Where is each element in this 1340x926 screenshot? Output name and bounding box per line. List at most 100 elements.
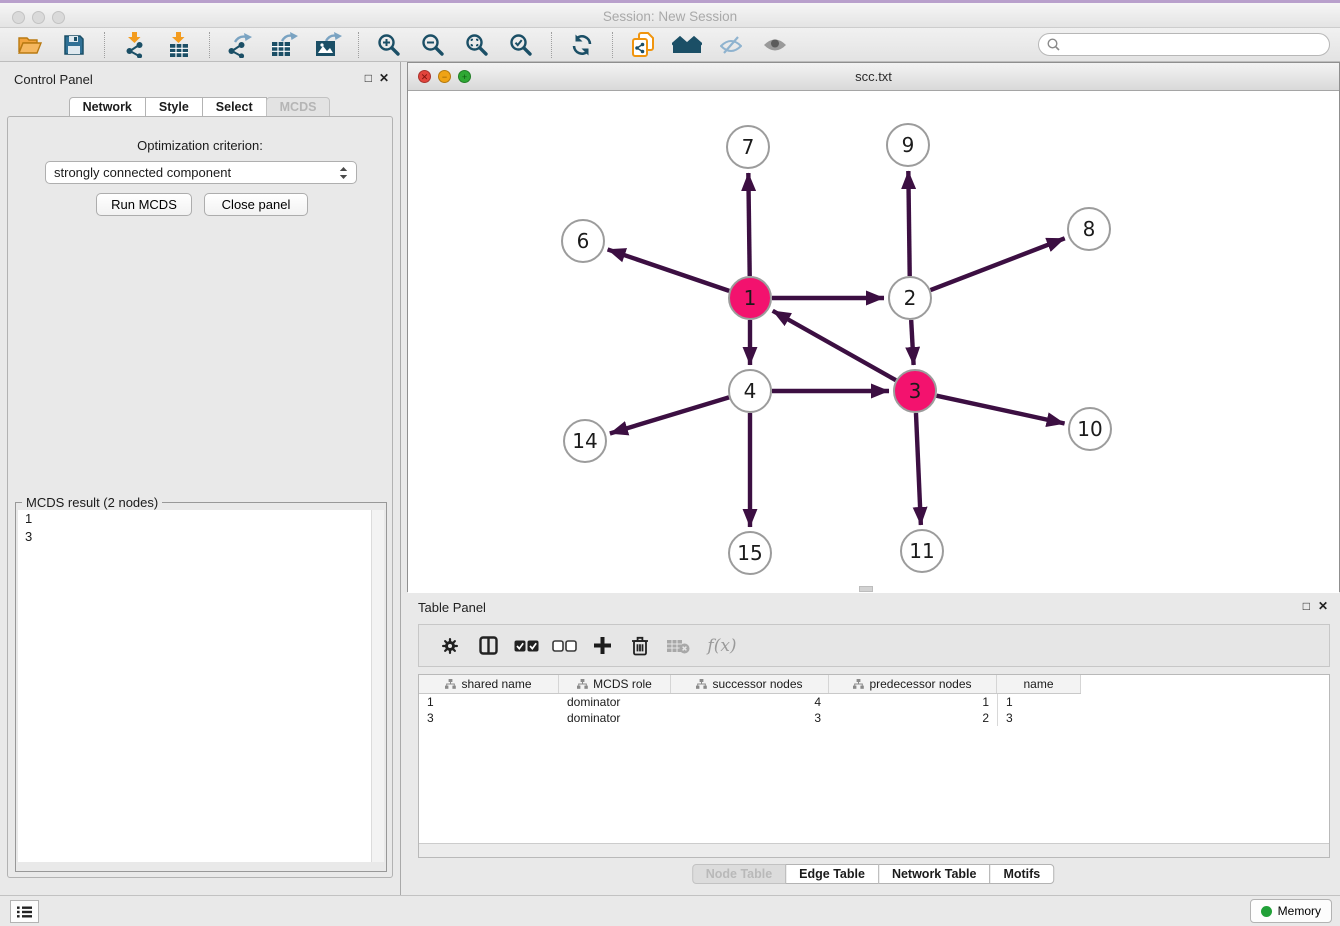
import-table-button[interactable] xyxy=(161,30,197,60)
deselect-all-columns-button[interactable] xyxy=(547,629,581,663)
create-column-button[interactable] xyxy=(585,629,619,663)
delete-column-button[interactable] xyxy=(623,629,657,663)
plus-icon xyxy=(593,636,612,655)
svg-text:9: 9 xyxy=(902,133,915,157)
column-header-name[interactable]: name xyxy=(997,675,1081,693)
table-settings-button[interactable] xyxy=(433,629,467,663)
edge-2-9[interactable] xyxy=(908,171,909,276)
toolbar-separator xyxy=(551,32,552,58)
table-panel-title: Table Panel xyxy=(418,600,486,615)
result-scrollbar[interactable] xyxy=(371,510,384,862)
function-builder-button[interactable]: f(x) xyxy=(699,629,745,663)
memory-button[interactable]: Memory xyxy=(1250,899,1332,923)
cell-name: 1 xyxy=(997,694,1081,710)
node-8[interactable]: 8 xyxy=(1068,208,1110,250)
export-table-button[interactable] xyxy=(266,30,302,60)
select-all-columns-button[interactable] xyxy=(509,629,543,663)
node-4[interactable]: 4 xyxy=(729,370,771,412)
zoom-selected-button[interactable] xyxy=(503,30,539,60)
node-14[interactable]: 14 xyxy=(564,420,606,462)
status-bar: Memory xyxy=(0,895,1340,926)
table-panel-float-button[interactable]: □ xyxy=(1303,599,1310,613)
table-panel-close-button[interactable]: ✕ xyxy=(1318,599,1328,613)
show-all-button[interactable] xyxy=(757,30,793,60)
control-panel-close-button[interactable]: ✕ xyxy=(379,71,389,85)
columns-icon xyxy=(479,636,498,655)
svg-text:7: 7 xyxy=(742,135,755,159)
result-line: 3 xyxy=(18,528,384,546)
node-1[interactable]: 1 xyxy=(729,277,771,319)
svg-text:10: 10 xyxy=(1077,417,1102,441)
clone-network-button[interactable] xyxy=(625,30,661,60)
mcds-result-area[interactable]: 1 3 xyxy=(18,510,384,862)
search-input[interactable] xyxy=(1065,38,1321,52)
edge-2-8[interactable] xyxy=(931,238,1065,290)
table-row[interactable]: 1dominator411 xyxy=(419,694,1329,710)
zoom-out-button[interactable] xyxy=(415,30,451,60)
export-image-button[interactable] xyxy=(310,30,346,60)
column-header-predecessor-nodes[interactable]: predecessor nodes xyxy=(829,675,997,693)
criterion-select[interactable]: strongly connected component xyxy=(45,161,357,184)
svg-text:14: 14 xyxy=(572,429,597,453)
node-6[interactable]: 6 xyxy=(562,220,604,262)
edge-3-1[interactable] xyxy=(773,311,896,380)
edge-1-7[interactable] xyxy=(748,173,749,276)
show-columns-button[interactable] xyxy=(471,629,505,663)
svg-text:3: 3 xyxy=(909,379,922,403)
delete-table-button[interactable] xyxy=(661,629,695,663)
zoom-in-button[interactable] xyxy=(371,30,407,60)
run-mcds-button[interactable]: Run MCDS xyxy=(96,193,192,216)
tab-motifs[interactable]: Motifs xyxy=(989,864,1054,884)
node-9[interactable]: 9 xyxy=(887,124,929,166)
column-header-successor-nodes[interactable]: successor nodes xyxy=(671,675,829,693)
tab-mcds[interactable]: MCDS xyxy=(266,97,331,117)
column-header-shared-name[interactable]: shared name xyxy=(419,675,559,693)
edge-1-6[interactable] xyxy=(608,249,730,290)
svg-text:6: 6 xyxy=(577,229,590,253)
app-title: Session: New Session xyxy=(0,9,1340,24)
delete-table-icon xyxy=(666,638,690,654)
export-network-button[interactable] xyxy=(222,30,258,60)
task-history-button[interactable] xyxy=(10,900,39,923)
open-session-button[interactable] xyxy=(12,30,48,60)
node-11[interactable]: 11 xyxy=(901,530,943,572)
table-row[interactable]: 3dominator323 xyxy=(419,710,1329,726)
tab-style[interactable]: Style xyxy=(145,97,203,117)
refresh-button[interactable] xyxy=(564,30,600,60)
node-7[interactable]: 7 xyxy=(727,126,769,168)
edge-2-3[interactable] xyxy=(911,320,913,365)
search-field[interactable] xyxy=(1038,33,1330,56)
checked-boxes-icon xyxy=(514,640,539,652)
tab-network[interactable]: Network xyxy=(69,97,146,117)
memory-label: Memory xyxy=(1278,904,1321,918)
column-header-MCDS-role[interactable]: MCDS role xyxy=(559,675,671,693)
network-window-titlebar[interactable]: ✕ − + scc.txt xyxy=(408,63,1339,91)
network-canvas[interactable]: 1 2 3 4 6 7 8 9 10 11 14 15 xyxy=(408,91,1339,593)
import-network-button[interactable] xyxy=(117,30,153,60)
node-3[interactable]: 3 xyxy=(894,370,936,412)
optimization-criterion-label: Optimization criterion: xyxy=(8,138,392,153)
edge-3-10[interactable] xyxy=(936,396,1064,424)
save-session-button[interactable] xyxy=(56,30,92,60)
canvas-resize-handle[interactable] xyxy=(859,586,873,592)
network-view-window: ✕ − + scc.txt 1 2 3 4 6 7 8 9 10 11 14 15 xyxy=(407,62,1340,592)
tab-network-table[interactable]: Network Table xyxy=(878,864,991,884)
table-horizontal-scrollbar[interactable] xyxy=(419,843,1329,857)
tab-select[interactable]: Select xyxy=(202,97,267,117)
hide-selected-button[interactable] xyxy=(713,30,749,60)
table-tabs: Node Table Edge Table Network Table Moti… xyxy=(693,864,1055,884)
node-2[interactable]: 2 xyxy=(889,277,931,319)
edge-4-14[interactable] xyxy=(610,397,729,433)
control-panel-float-button[interactable]: □ xyxy=(365,71,372,85)
node-10[interactable]: 10 xyxy=(1069,408,1111,450)
mcds-panel: Optimization criterion: strongly connect… xyxy=(7,116,393,878)
node-15[interactable]: 15 xyxy=(729,532,771,574)
tab-edge-table[interactable]: Edge Table xyxy=(785,864,879,884)
tab-node-table[interactable]: Node Table xyxy=(692,864,786,884)
close-panel-button[interactable]: Close panel xyxy=(204,193,308,216)
zoom-in-icon xyxy=(377,33,401,57)
edge-3-11[interactable] xyxy=(916,413,921,525)
houses-icon xyxy=(672,35,702,55)
first-neighbors-button[interactable] xyxy=(669,30,705,60)
zoom-fit-button[interactable] xyxy=(459,30,495,60)
